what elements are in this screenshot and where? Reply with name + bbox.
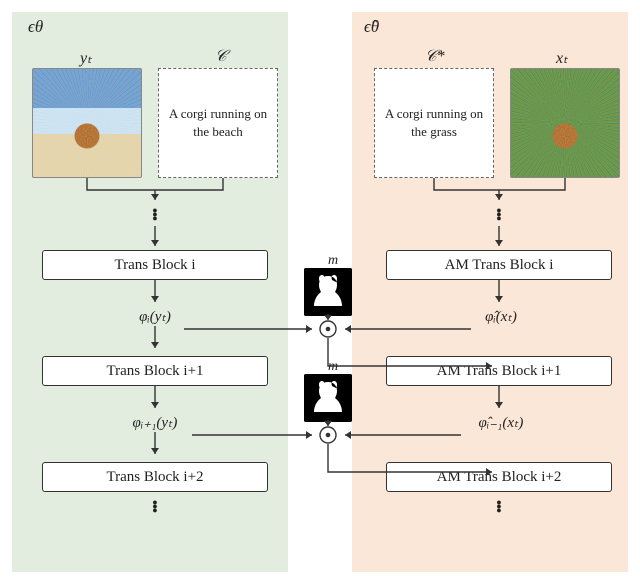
arrow-left-b2-phi2 bbox=[149, 386, 161, 414]
c-label-right: 𝒞* bbox=[425, 48, 445, 66]
left-block-i: Trans Block i bbox=[42, 250, 268, 280]
arrow-phi-right-to-op2 bbox=[337, 429, 463, 441]
prompt-right: A corgi running on the grass bbox=[374, 68, 494, 178]
mask-label-2: m bbox=[328, 359, 338, 375]
diagram-root: ϵθ ϵ̂θ yₜ 𝒞 A corgi running on the beach… bbox=[0, 0, 640, 585]
left-model-label: ϵθ bbox=[28, 17, 43, 37]
vdots-left-top: ●●● bbox=[150, 208, 160, 220]
vdots-right-top: ●●● bbox=[494, 208, 504, 220]
arrow-left-b1-phi1 bbox=[149, 280, 161, 308]
merge-bracket-right bbox=[374, 178, 620, 208]
arrow-phi-right-to-op1 bbox=[337, 323, 473, 335]
arrow-phi-left-to-op1 bbox=[184, 323, 320, 335]
phi-right-2: φ̂ᵢ₋₁(xₜ) bbox=[462, 413, 540, 432]
phi-left-1: φᵢ(yₜ) bbox=[128, 307, 182, 326]
arrow-left-phi2-b3 bbox=[149, 432, 161, 460]
noise-overlay-left bbox=[33, 69, 141, 177]
c-label-left: 𝒞 bbox=[215, 48, 227, 66]
arrow-right-b2-phi2 bbox=[493, 386, 505, 414]
mask-2 bbox=[304, 374, 352, 422]
y-image bbox=[32, 68, 142, 178]
arrow-right-into-b1 bbox=[493, 226, 505, 252]
arrow-op1-to-right-b2 bbox=[322, 338, 500, 374]
phi-right-1: φ̂ᵢ(xₜ) bbox=[472, 307, 530, 326]
merge-bracket-left bbox=[32, 178, 278, 208]
arrow-mask2-down bbox=[322, 422, 334, 430]
prompt-left: A corgi running on the beach bbox=[158, 68, 278, 178]
arrow-phi-left-to-op2 bbox=[192, 429, 320, 441]
right-block-i: AM Trans Block i bbox=[386, 250, 612, 280]
arrow-mask1-down bbox=[322, 316, 334, 324]
vdots-right-bottom: ●●● bbox=[494, 500, 504, 512]
arrow-left-into-b1 bbox=[149, 226, 161, 252]
mask-1 bbox=[304, 268, 352, 316]
phi-left-2: φᵢ₊₁(yₜ) bbox=[120, 413, 190, 432]
arrow-left-phi1-b2 bbox=[149, 326, 161, 354]
arrow-op2-to-right-b3 bbox=[322, 444, 500, 480]
x-label: xₜ bbox=[556, 48, 568, 68]
noise-overlay-right bbox=[511, 69, 619, 177]
mask-label-1: m bbox=[328, 253, 338, 269]
left-block-i2: Trans Block i+2 bbox=[42, 462, 268, 492]
left-block-i1: Trans Block i+1 bbox=[42, 356, 268, 386]
vdots-left-bottom: ●●● bbox=[150, 500, 160, 512]
right-model-label: ϵ̂θ bbox=[364, 17, 379, 37]
y-label: yₜ bbox=[80, 48, 92, 68]
arrow-right-b1-phi1 bbox=[493, 280, 505, 308]
x-image bbox=[510, 68, 620, 178]
